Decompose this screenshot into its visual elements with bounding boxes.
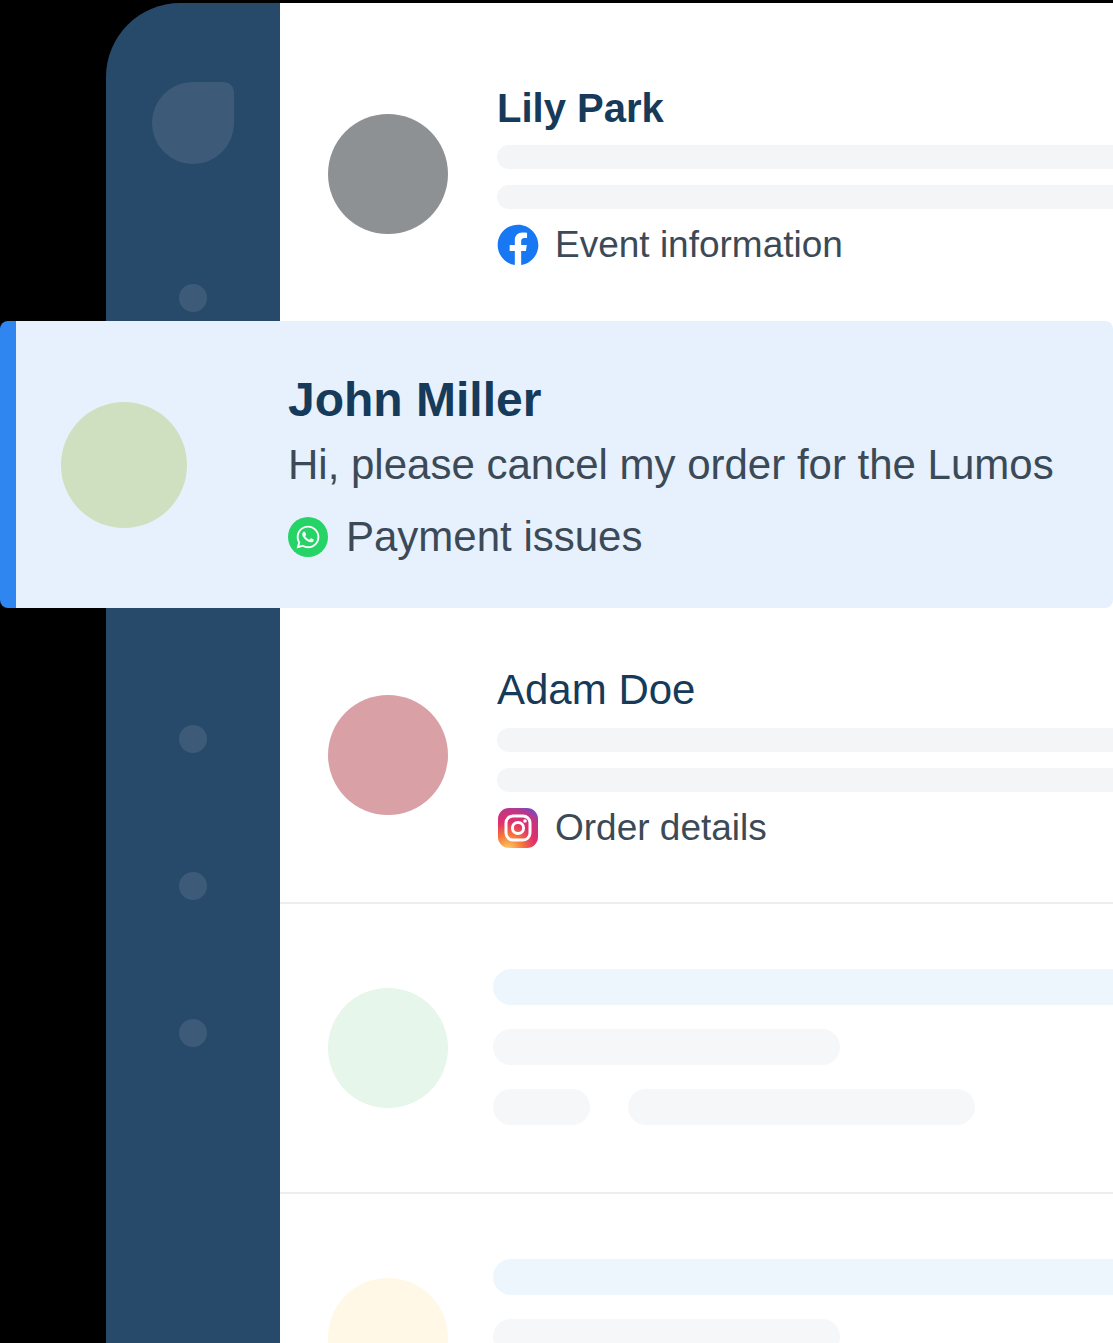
conversation-row[interactable]: Lily Park Event information (280, 3, 1113, 321)
placeholder-bar (493, 1029, 840, 1065)
message-preview: Hi, please cancel my order for the Lumos (288, 440, 1113, 490)
conversation-row[interactable]: Adam Doe Order details (280, 608, 1113, 902)
placeholder-row (280, 902, 1113, 1192)
facebook-icon (497, 224, 539, 266)
topic-tag: Event information (497, 224, 1113, 267)
topic-tag: Payment issues (288, 512, 1113, 562)
instagram-icon (497, 807, 539, 849)
placeholder-bar (493, 969, 1113, 1005)
skeleton-line (497, 145, 1113, 169)
nav-dot[interactable] (179, 284, 207, 312)
avatar (328, 114, 448, 234)
placeholder-bar (493, 1259, 1113, 1295)
placeholder-bar (493, 1319, 840, 1343)
placeholder-avatar (328, 988, 448, 1108)
nav-dot[interactable] (179, 1019, 207, 1047)
app-frame: Lily Park Event information John Miller Hi,… (0, 0, 1113, 1343)
topic-tag: Order details (497, 807, 1113, 850)
nav-dot[interactable] (179, 725, 207, 753)
conversation-row[interactable]: John Miller Hi, please cancel my order fo… (0, 321, 1113, 608)
placeholder-bar (628, 1089, 975, 1125)
skeleton-line (497, 768, 1113, 792)
avatar (61, 402, 187, 528)
sidebar (106, 3, 280, 1343)
logo-icon[interactable] (152, 82, 234, 164)
avatar (328, 695, 448, 815)
topic-label: Payment issues (346, 513, 642, 561)
topic-label: Order details (555, 807, 767, 850)
placeholder-row (280, 1192, 1113, 1343)
placeholder-bar (493, 1089, 590, 1125)
nav-dot[interactable] (179, 872, 207, 900)
conversation-list: Lily Park Event information John Miller Hi,… (280, 3, 1113, 1343)
contact-name: John Miller (288, 372, 1113, 428)
topic-label: Event information (555, 224, 843, 267)
skeleton-line (497, 728, 1113, 752)
skeleton-line (497, 185, 1113, 209)
whatsapp-icon (288, 517, 328, 557)
placeholder-avatar (328, 1278, 448, 1343)
whatsapp-glyph-icon (295, 524, 321, 550)
contact-name: Lily Park (497, 84, 1113, 132)
contact-name: Adam Doe (497, 665, 1113, 715)
